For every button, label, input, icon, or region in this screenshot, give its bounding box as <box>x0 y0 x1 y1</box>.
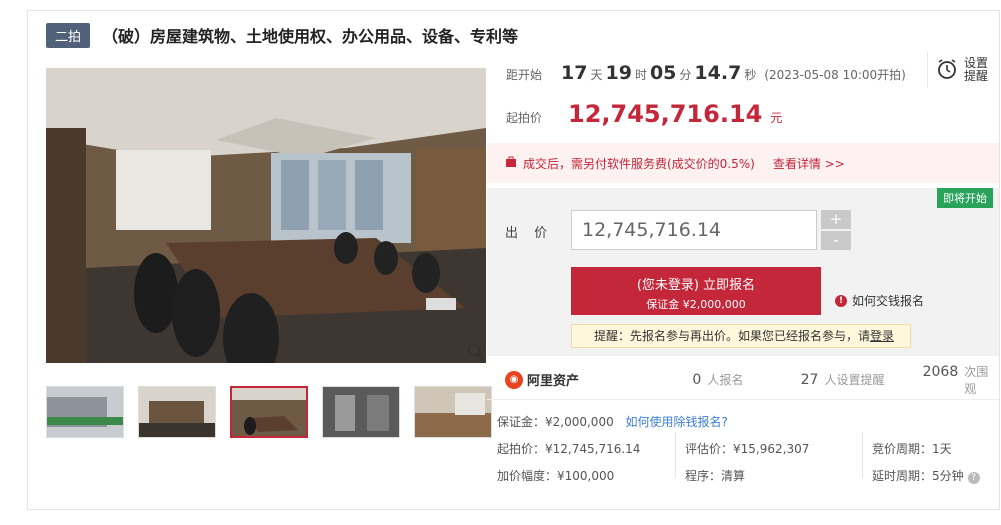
stats-bar: ◉ 阿里资产 0 人报名 27 人设置提醒 2068 次围观 <box>487 360 999 400</box>
bid-label: 出 价 <box>505 226 554 241</box>
reminder-stat: 27 人设置提醒 <box>801 371 923 388</box>
register-button-label: (您未登录) 立即报名 <box>636 278 756 293</box>
countdown-seconds: 14.7 <box>694 62 742 84</box>
detail-start-price: 起拍价：¥12,745,716.14 <box>497 442 641 456</box>
detail-procedure: 程序：清算 <box>685 469 746 483</box>
decrease-bid-button[interactable]: - <box>821 231 851 250</box>
delay-cycle-text: 延时周期：5分钟 <box>872 469 964 483</box>
fee-details-link[interactable]: 查看详情 >> <box>773 155 845 172</box>
login-link[interactable]: 登录 <box>870 329 894 343</box>
detail-assessed-price: 评估价：¥15,962,307 <box>685 442 810 456</box>
registered-label: 人报名 <box>707 373 744 387</box>
start-price-value: 12,745,716.14 <box>568 100 763 128</box>
main-photo[interactable] <box>46 68 486 363</box>
title-row: 二拍 （破）房屋建筑物、土地使用权、办公用品、设备、专利等 <box>46 22 518 48</box>
bid-amount-field[interactable]: 12,745,716.14 <box>571 210 817 250</box>
brand[interactable]: ◉ 阿里资产 <box>505 370 662 389</box>
deposit-note: 保证金 ¥2,000,000 <box>646 298 746 311</box>
views-stat: 2068 次围观 <box>923 363 999 397</box>
increase-bid-button[interactable]: + <box>821 210 851 229</box>
registered-stat: 0 人报名 <box>692 371 800 388</box>
views-label: 次围观 <box>964 364 989 396</box>
reminder-line2: 提醒 <box>964 69 989 83</box>
reminder-count: 27 <box>800 372 819 388</box>
fee-notice: 成交后，需另付软件服务费(成交价的0.5%) 查看详情 >> <box>487 143 999 183</box>
help-icon[interactable]: ? <box>967 472 980 484</box>
how-to-pay-label: 如何交钱报名 <box>852 294 925 308</box>
page-title: （破）房屋建筑物、土地使用权、办公用品、设备、专利等 <box>102 27 519 46</box>
divider <box>862 432 863 478</box>
login-tip: 提醒：先报名参与再出价。如果您已经报名参与，请登录 <box>571 324 911 348</box>
thumbnail-strip <box>46 386 492 438</box>
days-unit: 天 <box>590 68 603 82</box>
ali-assets-logo-icon: ◉ <box>505 370 523 389</box>
status-badge: 即将开始 <box>937 188 993 208</box>
start-price-row: 起拍价 12,745,716.14 元 <box>506 100 782 128</box>
countdown-hours: 19 <box>605 62 632 84</box>
start-price-label: 起拍价 <box>506 111 543 125</box>
info-icon: ! <box>835 294 847 307</box>
countdown-days: 17 <box>561 62 588 84</box>
countdown-label: 距开始 <box>506 68 543 82</box>
zoom-icon[interactable] <box>466 342 486 362</box>
detail-delay-cycle: 延时周期：5分钟? <box>872 467 980 484</box>
hours-unit: 时 <box>634 68 647 82</box>
bag-icon <box>505 156 517 171</box>
deposit-info: 保证金：¥2,000,000 如何使用除钱报名? <box>497 413 728 430</box>
seconds-unit: 秒 <box>744 68 757 82</box>
views-count: 2068 <box>922 363 959 380</box>
thumbnail-5[interactable] <box>414 386 492 438</box>
detail-bid-cycle: 竞价周期：1天 <box>872 442 952 456</box>
round-tag: 二拍 <box>46 22 91 48</box>
thumbnail-1[interactable] <box>46 386 124 438</box>
reminder-line1: 设置 <box>964 56 989 70</box>
register-button[interactable]: (您未登录) 立即报名 保证金 ¥2,000,000 <box>571 267 821 315</box>
divider <box>675 432 676 478</box>
thumbnail-4[interactable] <box>322 386 400 438</box>
countdown: 距开始 17 天 19 时 05 分 14.7 秒 (2023-05-08 10… <box>506 62 906 84</box>
minutes-unit: 分 <box>679 68 692 82</box>
start-time-note: (2023-05-08 10:00开拍) <box>764 68 906 82</box>
alarm-clock-icon <box>936 58 958 83</box>
thumbnail-2[interactable] <box>138 386 216 438</box>
tip-text: 提醒：先报名参与再出价。如果您已经报名参与，请 <box>594 329 871 343</box>
thumbnail-3-selected[interactable] <box>230 386 308 438</box>
how-to-pay-link[interactable]: ! 如何交钱报名 <box>835 292 924 309</box>
fee-notice-text: 成交后，需另付软件服务费(成交价的0.5%) <box>523 156 755 171</box>
start-price-unit: 元 <box>770 111 783 125</box>
conference-room-image <box>46 68 486 363</box>
deposit-text: 保证金：¥2,000,000 <box>497 415 614 429</box>
bid-panel: 即将开始 出 价 12,745,716.14 + - (您未登录) 立即报名 保… <box>487 188 999 356</box>
set-reminder-button[interactable]: 设置 提醒 <box>927 52 989 88</box>
deposit-help-link[interactable]: 如何使用除钱报名? <box>626 415 728 429</box>
countdown-minutes: 05 <box>649 62 677 84</box>
brand-name: 阿里资产 <box>527 374 580 389</box>
reminder-label: 人设置提醒 <box>824 373 885 387</box>
detail-increment: 加价幅度：¥100,000 <box>497 469 615 483</box>
registered-count: 0 <box>692 372 702 388</box>
